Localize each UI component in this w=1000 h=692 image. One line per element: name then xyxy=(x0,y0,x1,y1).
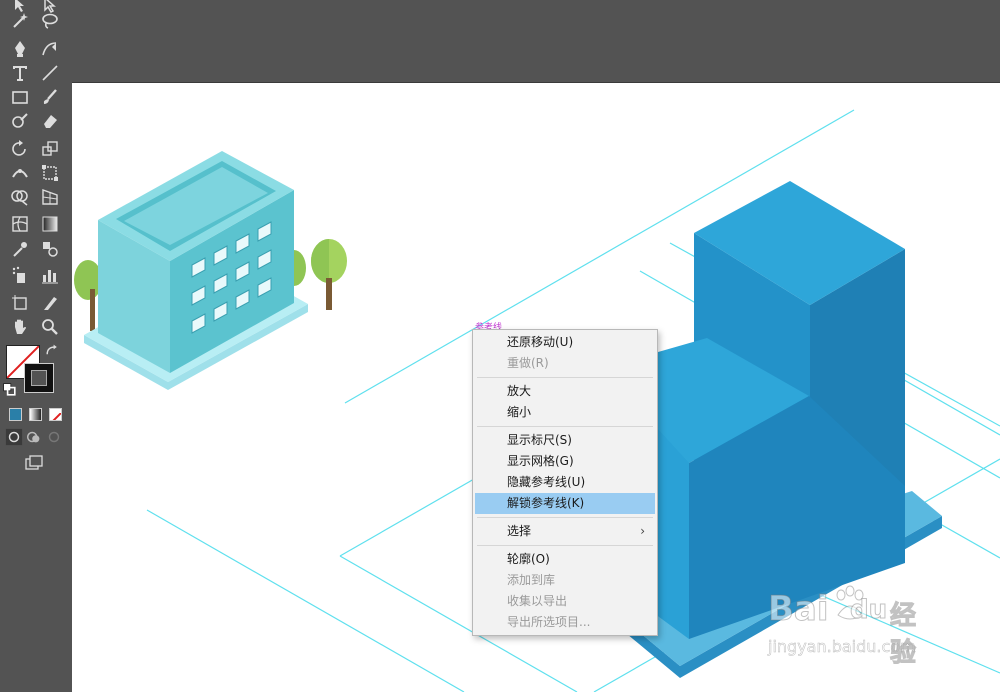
watermark-brand: Bai xyxy=(768,589,830,630)
line-segment-tool-icon[interactable] xyxy=(38,62,62,84)
slice-tool-icon[interactable] xyxy=(38,292,62,314)
menu-item-show-rulers[interactable]: 显示标尺(S) xyxy=(475,430,655,451)
lasso-tool-icon[interactable] xyxy=(38,10,62,32)
stroke-swatch[interactable] xyxy=(24,363,54,393)
menu-item-export-selection[interactable]: 导出所选项目... xyxy=(475,612,655,633)
menu-item-unlock-guides[interactable]: 解锁参考线(K) xyxy=(475,493,655,514)
context-menu: 还原移动(U) 重做(R) 放大 缩小 显示标尺(S) 显示网格(G) 隐藏参考… xyxy=(472,329,658,636)
menu-item-outline[interactable]: 轮廓(O) xyxy=(475,549,655,570)
menu-separator xyxy=(477,426,653,427)
rotate-tool-icon[interactable] xyxy=(8,138,32,160)
menu-item-zoom-in[interactable]: 放大 xyxy=(475,381,655,402)
gradient-mode-button[interactable] xyxy=(29,408,42,421)
tools-panel xyxy=(0,0,73,692)
menu-item-zoom-out[interactable]: 缩小 xyxy=(475,402,655,423)
menu-item-hide-guides[interactable]: 隐藏参考线(U) xyxy=(475,472,655,493)
menu-item-collect-for-export[interactable]: 收集以导出 xyxy=(475,591,655,612)
curvature-tool-icon[interactable] xyxy=(38,38,62,60)
menu-separator xyxy=(477,377,653,378)
shaper-tool-icon[interactable] xyxy=(8,110,32,132)
swap-fill-stroke-icon[interactable] xyxy=(44,343,60,359)
baidu-watermark: Bai du 经验 jingyan.baidu.com xyxy=(768,585,917,669)
eyedropper-tool-icon[interactable] xyxy=(8,238,32,260)
submenu-arrow-icon: › xyxy=(640,524,645,538)
default-colors-icon[interactable] xyxy=(2,382,18,398)
draw-inside-icon[interactable] xyxy=(45,428,63,446)
zoom-tool-icon[interactable] xyxy=(38,316,62,338)
scale-tool-icon[interactable] xyxy=(38,138,62,160)
menu-item-add-to-library[interactable]: 添加到库 xyxy=(475,570,655,591)
column-graph-tool-icon[interactable] xyxy=(38,264,62,286)
artboard-tool-icon[interactable] xyxy=(8,292,32,314)
perspective-grid-tool-icon[interactable] xyxy=(38,186,62,208)
free-transform-tool-icon[interactable] xyxy=(38,162,62,184)
none-mode-button[interactable] xyxy=(49,408,62,421)
gradient-tool-icon[interactable] xyxy=(38,213,62,235)
menu-item-undo-move[interactable]: 还原移动(U) xyxy=(475,332,655,353)
watermark-brand2: du xyxy=(849,595,888,626)
watermark-cn: 经验 xyxy=(889,601,917,669)
menu-separator xyxy=(477,517,653,518)
tree-left xyxy=(74,260,102,331)
rectangle-tool-icon[interactable] xyxy=(8,86,32,108)
paintbrush-tool-icon[interactable] xyxy=(38,86,62,108)
mesh-tool-icon[interactable] xyxy=(8,213,32,235)
shape-builder-tool-icon[interactable] xyxy=(8,186,32,208)
type-tool-icon[interactable] xyxy=(8,62,32,84)
eraser-tool-icon[interactable] xyxy=(38,110,62,132)
screen-mode-icon[interactable] xyxy=(22,452,46,474)
menu-item-show-grid[interactable]: 显示网格(G) xyxy=(475,451,655,472)
small-building[interactable] xyxy=(84,151,308,390)
blend-tool-icon[interactable] xyxy=(38,238,62,260)
menu-separator xyxy=(477,545,653,546)
width-tool-icon[interactable] xyxy=(8,162,32,184)
pen-tool-icon[interactable] xyxy=(8,38,32,60)
draw-behind-icon[interactable] xyxy=(25,428,43,446)
menu-item-select[interactable]: 选择 › xyxy=(475,521,655,542)
draw-normal-icon[interactable] xyxy=(5,428,23,446)
canvas-pasteboard xyxy=(72,0,1000,83)
magic-wand-tool-icon[interactable] xyxy=(8,10,32,32)
symbol-sprayer-tool-icon[interactable] xyxy=(8,264,32,286)
hand-tool-icon[interactable] xyxy=(8,316,32,338)
menu-item-redo[interactable]: 重做(R) xyxy=(475,353,655,374)
color-mode-button[interactable] xyxy=(9,408,22,421)
